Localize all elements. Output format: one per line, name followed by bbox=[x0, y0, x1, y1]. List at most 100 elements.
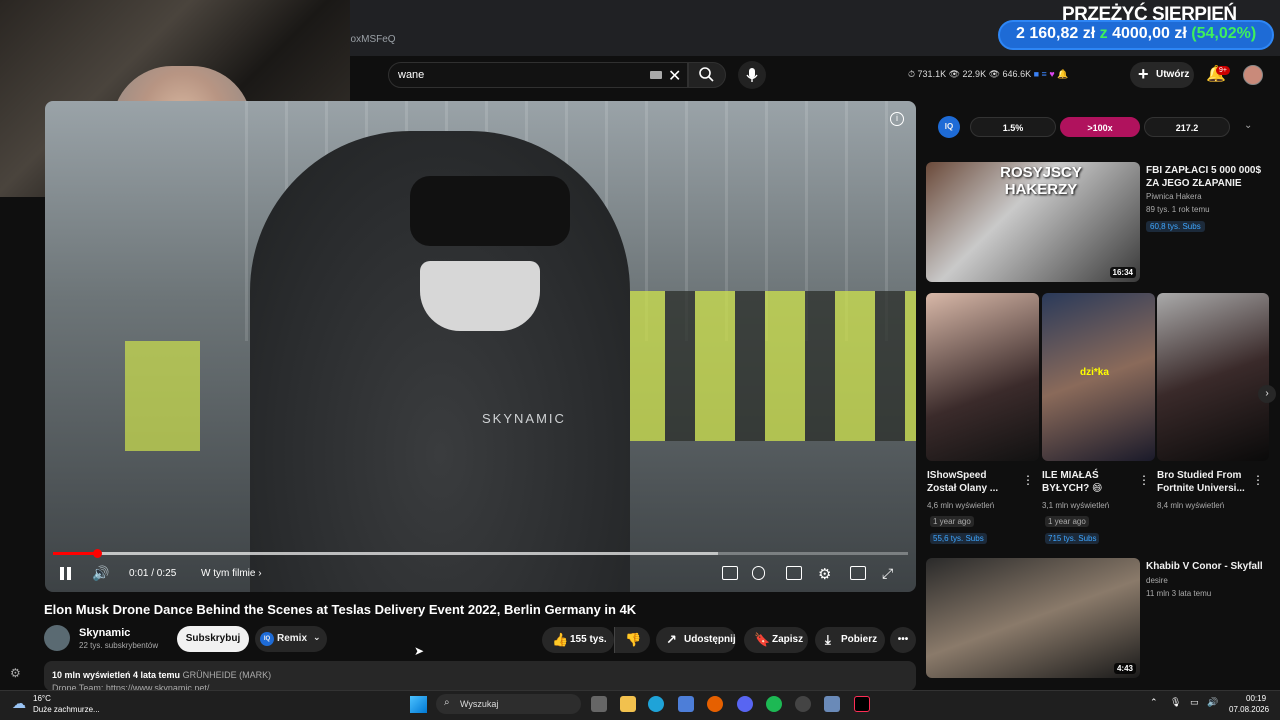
goal-percent: (54,02%) bbox=[1191, 25, 1257, 42]
short-title-2[interactable]: ILE MIAŁAŚ BYŁYCH? 😄 bbox=[1042, 469, 1134, 495]
clock-time[interactable]: 00:19 bbox=[1246, 694, 1266, 703]
search-icon[interactable] bbox=[698, 66, 715, 83]
more-vertical-icon[interactable]: ⋮ bbox=[1138, 473, 1150, 487]
autoplay-toggle-icon[interactable] bbox=[752, 566, 765, 580]
store-icon[interactable] bbox=[678, 696, 694, 712]
chevron-right-icon[interactable]: › bbox=[1258, 385, 1276, 403]
short-date-1: 1 year ago bbox=[930, 516, 974, 527]
network-icon[interactable]: ▭ bbox=[1190, 697, 1199, 708]
progress-played bbox=[53, 552, 98, 555]
more-actions-button[interactable]: ••• bbox=[890, 627, 916, 653]
search-icon: ⌕ bbox=[444, 697, 450, 708]
recommended-thumbnail-2[interactable]: 4:43 bbox=[926, 558, 1140, 678]
more-vertical-icon[interactable]: ⋮ bbox=[1252, 473, 1264, 487]
short-title-1[interactable]: IShowSpeed Został Olany ... bbox=[927, 469, 1017, 495]
short-subs-1: 55,6 tys. Subs bbox=[930, 533, 987, 544]
iq-stat-1: 1.5% bbox=[970, 117, 1056, 137]
short-title-3[interactable]: Bro Studied From Fortnite Universi... bbox=[1157, 469, 1251, 495]
chapters-link[interactable]: W tym filmie › bbox=[201, 568, 262, 579]
taskbar-search-label[interactable]: Wyszukaj bbox=[460, 699, 498, 709]
save-button[interactable]: 🔖 Zapisz bbox=[744, 627, 808, 653]
clear-search-icon[interactable]: ✕ bbox=[668, 66, 681, 86]
chevron-down-icon[interactable]: ⌄ bbox=[1244, 120, 1252, 131]
clock-date[interactable]: 07.08.2026 bbox=[1229, 705, 1269, 714]
video-player[interactable]: SKYNAMIC bbox=[45, 101, 916, 592]
more-vertical-icon[interactable]: ⋮ bbox=[1022, 473, 1034, 487]
download-button[interactable]: ⤓ Pobierz bbox=[815, 627, 885, 653]
search-input[interactable] bbox=[388, 62, 688, 88]
recommended-title[interactable]: FBI ZAPŁACI 5 000 000$ ZA JEGO ZŁAPANIE bbox=[1146, 164, 1268, 190]
windows-start-icon[interactable] bbox=[410, 696, 427, 713]
recommended-thumbnail[interactable]: ROSYJSCY HAKERZY 16:34 bbox=[926, 162, 1140, 282]
recommended-title-2[interactable]: Khabib V Conor - Skyfall bbox=[1146, 560, 1268, 573]
weather-temperature[interactable]: 16°C bbox=[33, 694, 51, 703]
microphone-tray-icon[interactable]: 🎙 bbox=[1170, 697, 1181, 708]
stat-1: 731.1K bbox=[917, 69, 947, 79]
iq-stat-2: >100x bbox=[1060, 117, 1140, 137]
fullscreen-icon[interactable]: ⤢ bbox=[882, 565, 893, 582]
video-worker-left bbox=[125, 341, 200, 451]
tray-chevron-up-icon[interactable]: ⌃ bbox=[1150, 697, 1158, 708]
subtitles-icon[interactable] bbox=[786, 566, 802, 580]
heart-icon[interactable]: ♥ bbox=[1049, 69, 1054, 79]
video-location[interactable]: GRÜNHEIDE (MARK) bbox=[183, 670, 272, 680]
theater-mode-icon[interactable] bbox=[850, 566, 866, 580]
recommended-channel-2[interactable]: desire bbox=[1146, 576, 1168, 585]
discord-icon[interactable] bbox=[737, 696, 753, 712]
like-button[interactable]: 👍 155 tys. bbox=[542, 627, 614, 653]
firefox-icon[interactable] bbox=[707, 696, 723, 712]
address-bar[interactable]: uoxMSFeQ bbox=[345, 34, 945, 52]
search-query[interactable]: wane bbox=[398, 69, 424, 81]
edge-icon[interactable] bbox=[648, 696, 664, 712]
alert-icon[interactable]: 🔔 bbox=[1057, 69, 1068, 79]
thumbnail-caption: ROSYJSCY HAKERZY bbox=[1000, 164, 1082, 198]
video-hoodie-logo: SKYNAMIC bbox=[482, 411, 566, 426]
filter-icon[interactable]: ≡ bbox=[1042, 69, 1047, 79]
weather-cloud-icon[interactable]: ☁ bbox=[12, 695, 26, 712]
dislike-button[interactable]: 👎 bbox=[614, 627, 650, 653]
donation-goal-text: 2 160,82 zł z 4000,00 zł (54,02%) bbox=[1016, 25, 1256, 43]
pause-icon[interactable] bbox=[60, 567, 72, 580]
video-fpv-goggles bbox=[410, 176, 570, 246]
time-display: 0:01 / 0:25 bbox=[129, 568, 177, 579]
goal-z: z bbox=[1099, 25, 1108, 42]
bookmark-icon: 🔖 bbox=[754, 632, 771, 647]
settings-gear-icon[interactable]: ⚙ bbox=[818, 565, 831, 583]
iq-player-icon[interactable] bbox=[722, 566, 738, 580]
account-avatar[interactable] bbox=[1243, 65, 1263, 85]
volume-icon[interactable]: 🔊 bbox=[92, 565, 109, 582]
obs-icon[interactable] bbox=[795, 696, 811, 712]
sidebar-settings-icon[interactable]: ⚙ bbox=[10, 666, 21, 680]
share-button[interactable]: ↗ Udostępnij bbox=[656, 627, 736, 653]
channel-name[interactable]: Skynamic bbox=[79, 627, 130, 639]
like-count: 155 tys. bbox=[570, 634, 607, 645]
weather-description[interactable]: Duże zachmurze... bbox=[33, 705, 100, 714]
chevron-down-icon: ⌄ bbox=[313, 632, 321, 642]
short-thumbnail-3[interactable] bbox=[1157, 293, 1269, 461]
short-thumbnail-2[interactable]: dzi*ka bbox=[1042, 293, 1155, 461]
voice-search-button[interactable] bbox=[738, 61, 766, 89]
info-icon[interactable]: i bbox=[890, 112, 904, 126]
speaker-icon[interactable]: 🔊 bbox=[1207, 697, 1218, 708]
task-view-icon[interactable] bbox=[591, 696, 607, 712]
taskbar-search[interactable]: ⌕ bbox=[436, 694, 581, 714]
create-button[interactable]: + Utwórz bbox=[1130, 62, 1194, 88]
subscribe-button[interactable]: Subskrybuj bbox=[177, 626, 249, 652]
recommended-channel[interactable]: Piwnica Hakera bbox=[1146, 192, 1202, 201]
spotify-icon[interactable] bbox=[766, 696, 782, 712]
channel-avatar[interactable] bbox=[44, 625, 70, 651]
short-views-2: 3,1 mln wyświetleń bbox=[1042, 501, 1110, 510]
thumbs-up-icon: 👍 bbox=[552, 632, 569, 647]
short-subs-2: 715 tys. Subs bbox=[1045, 533, 1100, 544]
iq-logo[interactable]: IQ bbox=[938, 116, 960, 138]
file-explorer-icon[interactable] bbox=[620, 696, 636, 712]
settings-app-icon[interactable] bbox=[824, 696, 840, 712]
progress-scrubber[interactable] bbox=[93, 549, 102, 558]
keyboard-icon[interactable] bbox=[650, 71, 662, 79]
iq-mini-icon[interactable]: ■ bbox=[1034, 69, 1039, 79]
more-horizontal-icon: ••• bbox=[897, 634, 909, 645]
recommended-meta: 89 tys. 1 rok temu bbox=[1146, 205, 1210, 214]
tiktok-icon[interactable] bbox=[854, 696, 870, 712]
short-thumbnail-1[interactable] bbox=[926, 293, 1039, 461]
remix-button[interactable]: IQ Remix ⌄ bbox=[255, 626, 327, 652]
